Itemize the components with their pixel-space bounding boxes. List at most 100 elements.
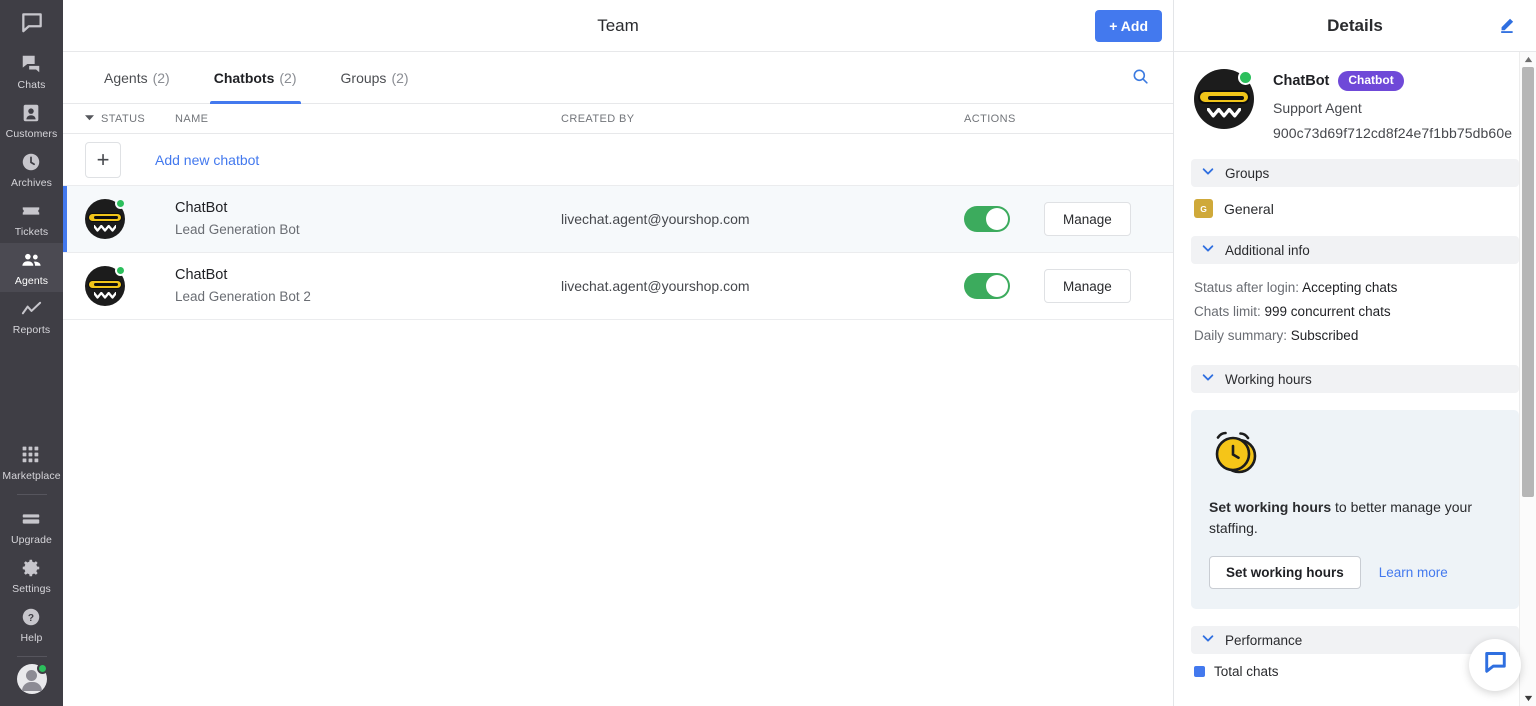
chatbot-avatar [85, 198, 126, 239]
tab-agents-label: Agents [104, 69, 148, 86]
app-logo-icon[interactable] [19, 10, 45, 41]
sidebar-item-upgrade[interactable]: Upgrade [0, 502, 63, 551]
set-working-hours-button[interactable]: Set working hours [1209, 556, 1361, 589]
sidebar-item-help[interactable]: ? Help [0, 600, 63, 649]
sidebar-item-tickets-label: Tickets [14, 226, 49, 238]
rail-divider-bottom [16, 656, 47, 657]
table-row[interactable]: ChatBot Lead Generation Bot livechat.age… [63, 186, 1173, 253]
sidebar-item-settings[interactable]: Settings [0, 551, 63, 600]
edit-button[interactable] [1494, 13, 1520, 39]
working-hours-card: Set working hours to better manage your … [1191, 410, 1519, 609]
profile-role: Support Agent [1273, 100, 1362, 116]
chatbot-mouth [94, 292, 116, 299]
row-name-cell: ChatBot Lead Generation Bot [175, 198, 561, 240]
column-status[interactable]: STATUS [63, 113, 175, 125]
tab-groups[interactable]: Groups (2) [337, 52, 413, 103]
chevron-down-icon [1201, 631, 1215, 650]
column-status-label: STATUS [101, 112, 146, 125]
chat-widget-button[interactable] [1469, 639, 1521, 691]
sidebar-item-marketplace[interactable]: Marketplace [0, 438, 63, 487]
sidebar-item-upgrade-label: Upgrade [11, 534, 52, 546]
svg-text:?: ? [27, 613, 33, 624]
chevron-down-icon [1201, 370, 1215, 389]
row-created-by: livechat.agent@yourshop.com [561, 278, 750, 294]
rail-divider [16, 494, 47, 495]
list-item[interactable]: G General [1174, 187, 1536, 218]
section-additional-info-title: Additional info [1225, 242, 1310, 258]
row-name-cell: ChatBot Lead Generation Bot 2 [175, 265, 561, 307]
tab-groups-label: Groups [340, 69, 387, 86]
info-value: Subscribed [1290, 328, 1359, 343]
profile-name: ChatBot [1273, 73, 1330, 89]
info-key: Daily summary: [1194, 328, 1288, 343]
table-empty-area [63, 320, 1173, 706]
tab-chatbots-count: (2) [279, 69, 297, 86]
row-subtitle: Lead Generation Bot [175, 222, 300, 237]
tab-agents[interactable]: Agents (2) [100, 52, 174, 103]
details-title: Details [1327, 15, 1383, 35]
info-key: Chats limit: [1194, 304, 1261, 319]
column-created-by: CREATED BY [561, 112, 635, 125]
plus-icon[interactable]: + [85, 141, 121, 178]
section-working-hours-title: Working hours [1225, 371, 1312, 387]
tickets-icon [20, 200, 44, 224]
sidebar-item-chats-label: Chats [17, 79, 46, 91]
archives-clock-icon [20, 151, 44, 175]
profile-id: 900c73d69f712cd8f24e7f1bb75db60e [1273, 125, 1513, 141]
working-hours-actions: Set working hours Learn more [1209, 556, 1501, 589]
row-enable-toggle[interactable] [964, 273, 1010, 299]
main-content: Team + Add Agents (2) Chatbots (2) Group… [63, 0, 1174, 706]
profile-name-row: ChatBot Chatbot [1273, 71, 1512, 91]
profile-chatbot-mouth [1207, 108, 1241, 118]
row-status-cell [63, 265, 175, 306]
row-subtitle: Lead Generation Bot 2 [175, 289, 311, 304]
profile-avatar [1194, 69, 1254, 129]
sidebar-item-chats[interactable]: Chats [0, 47, 63, 96]
table-row[interactable]: ChatBot Lead Generation Bot 2 livechat.a… [63, 253, 1173, 320]
avatar-body [21, 682, 42, 691]
scrollbar-thumb[interactable] [1522, 67, 1534, 497]
sidebar-item-customers[interactable]: Customers [0, 96, 63, 145]
section-groups-header[interactable]: Groups [1191, 159, 1519, 187]
user-avatar[interactable] [16, 663, 48, 694]
avatar-status-dot [36, 663, 48, 674]
chat-bubble-icon [1482, 649, 1509, 681]
section-working-hours-header[interactable]: Working hours [1191, 365, 1519, 393]
left-nav-rail: Chats Customers Archives Tickets Agents … [0, 0, 63, 706]
row-enable-toggle[interactable] [964, 206, 1010, 232]
working-hours-text-bold: Set working hours [1209, 499, 1332, 515]
sidebar-item-reports[interactable]: Reports [0, 292, 63, 341]
scroll-down-arrow-icon[interactable] [1520, 691, 1536, 706]
chatbot-avatar [85, 265, 126, 306]
manage-button[interactable]: Manage [1044, 269, 1131, 303]
row-created-by: livechat.agent@yourshop.com [561, 211, 750, 227]
details-body: ChatBot Chatbot Support Agent 900c73d69f… [1174, 52, 1536, 706]
section-performance-header[interactable]: Performance [1191, 626, 1519, 654]
sidebar-item-tickets[interactable]: Tickets [0, 194, 63, 243]
search-button[interactable] [1127, 65, 1153, 91]
group-name: General [1224, 200, 1274, 217]
section-additional-info-header[interactable]: Additional info [1191, 236, 1519, 264]
sidebar-item-reports-label: Reports [12, 324, 51, 336]
sidebar-item-agents[interactable]: Agents [0, 243, 63, 292]
tab-chatbots[interactable]: Chatbots (2) [209, 52, 301, 104]
add-new-chatbot-link[interactable]: Add new chatbot [155, 152, 259, 168]
add-button[interactable]: + Add [1095, 10, 1162, 42]
reports-chart-icon [20, 298, 44, 322]
chatbot-mouth [94, 225, 116, 232]
chevron-down-icon [1201, 164, 1215, 183]
app-root: Chats Customers Archives Tickets Agents … [0, 0, 1536, 706]
profile-block: ChatBot Chatbot Support Agent 900c73d69f… [1174, 52, 1536, 141]
details-scrollbar[interactable] [1519, 52, 1536, 706]
add-new-chatbot-row[interactable]: + Add new chatbot [63, 134, 1173, 186]
sidebar-item-archives[interactable]: Archives [0, 145, 63, 194]
working-hours-text: Set working hours to better manage your … [1209, 497, 1501, 539]
scroll-up-arrow-icon[interactable] [1520, 52, 1536, 67]
details-panel: Details ChatBot Chatbot Support Agent 90… [1174, 0, 1536, 706]
settings-gear-icon [20, 557, 44, 581]
learn-more-link[interactable]: Learn more [1379, 565, 1448, 580]
manage-button[interactable]: Manage [1044, 202, 1131, 236]
row-actions-cell: Manage [964, 269, 1173, 303]
